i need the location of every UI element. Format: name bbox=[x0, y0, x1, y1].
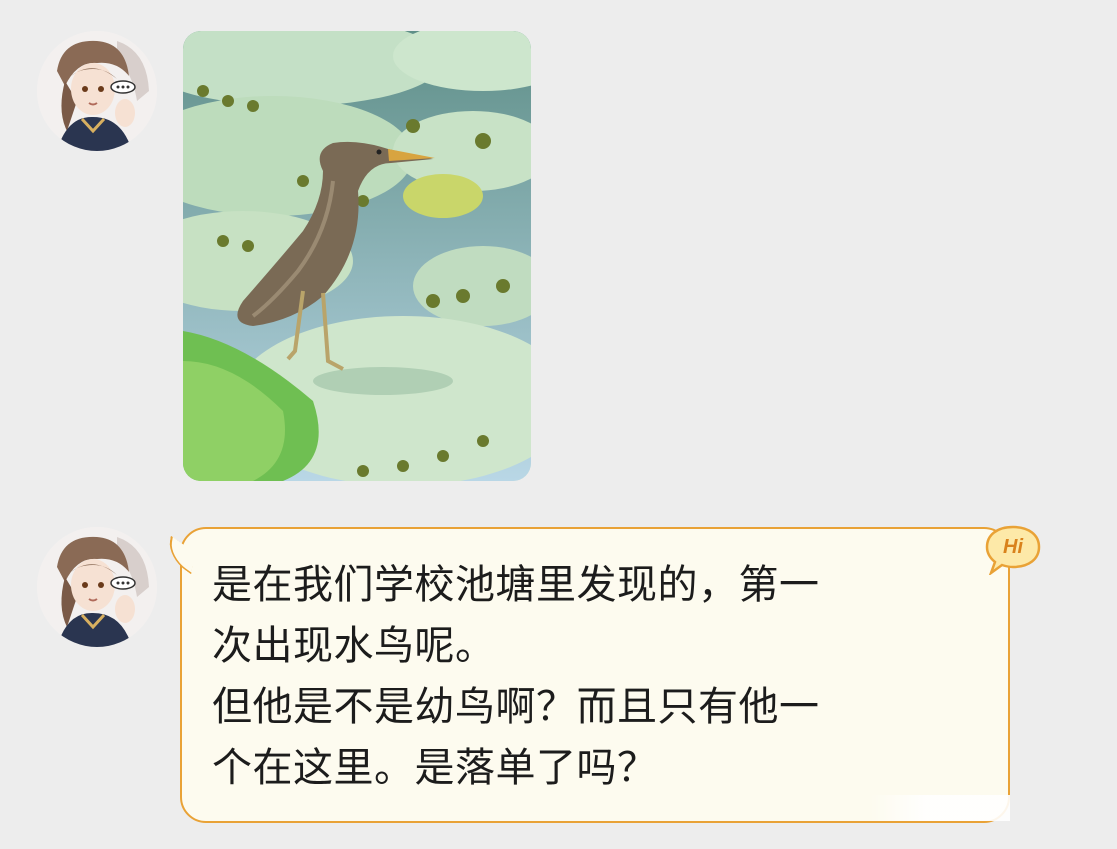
sender-avatar[interactable] bbox=[37, 31, 157, 151]
message-text-line: 个在这里。是落单了吗？ bbox=[212, 745, 658, 791]
message-bubble[interactable]: 是在我们学校池塘里发现的，第一 次出现水鸟呢。 但他是不是幼鸟啊？而且只有他一 … bbox=[167, 527, 1010, 823]
message-text-line: 次出现水鸟呢。 bbox=[212, 623, 496, 669]
message-text-line: 但他是不是幼鸟啊？而且只有他一 bbox=[212, 684, 820, 730]
message-text-line: 是在我们学校池塘里发现的，第一 bbox=[212, 562, 820, 608]
bubble-tail bbox=[167, 535, 195, 575]
fade-overlay bbox=[870, 795, 1010, 821]
heron-photo[interactable] bbox=[183, 31, 531, 481]
sender-avatar[interactable] bbox=[37, 527, 157, 647]
chat-window: 是在我们学校池塘里发现的，第一 次出现水鸟呢。 但他是不是幼鸟啊？而且只有他一 … bbox=[0, 0, 1117, 849]
hi-badge-label: Hi bbox=[1003, 536, 1023, 558]
hi-badge-icon: Hi bbox=[985, 525, 1041, 575]
